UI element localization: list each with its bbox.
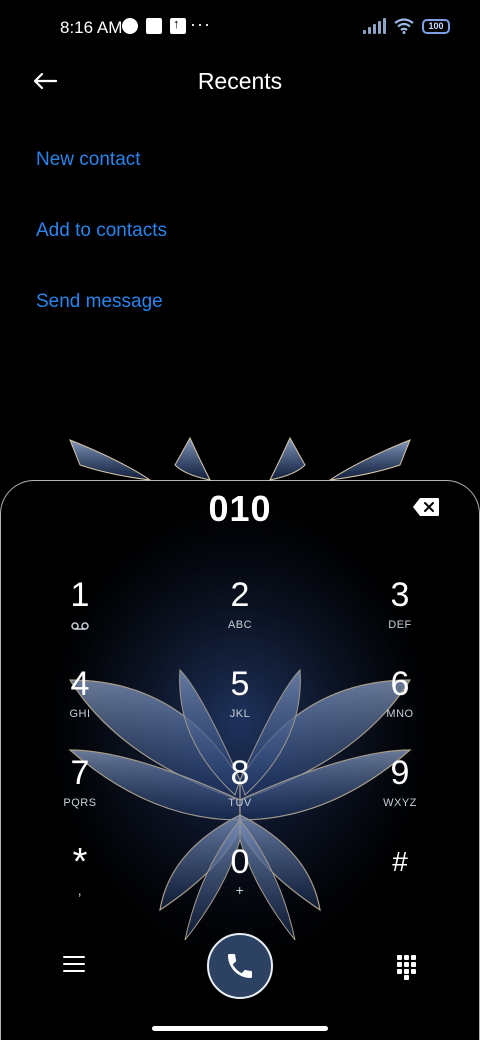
key-digit: 8 xyxy=(230,754,250,792)
key-5[interactable]: 5 JKL xyxy=(190,664,290,744)
dialpad-icon[interactable] xyxy=(397,955,417,980)
send-message-link[interactable]: Send message xyxy=(36,290,167,361)
key-star[interactable]: * , xyxy=(30,842,130,922)
key-3[interactable]: 3 DEF xyxy=(350,575,450,655)
square-icon xyxy=(146,18,162,34)
key-letters: GHI xyxy=(69,708,91,720)
notification-circle-icon xyxy=(122,18,138,34)
key-digit: 2 xyxy=(230,576,250,614)
key-2[interactable]: 2 ABC xyxy=(190,575,290,655)
key-digit: 6 xyxy=(390,665,410,703)
key-letters: TUV xyxy=(228,797,252,809)
key-digit: 1 xyxy=(70,576,90,614)
key-7[interactable]: 7 PQRS xyxy=(30,753,130,833)
key-6[interactable]: 6 MNO xyxy=(350,664,450,744)
action-list: New contact Add to contacts Send message xyxy=(36,148,167,361)
key-digit: 0 xyxy=(230,843,250,881)
add-to-contacts-link[interactable]: Add to contacts xyxy=(36,219,167,290)
hamburger-menu-icon[interactable] xyxy=(63,956,85,976)
key-4[interactable]: 4 GHI xyxy=(30,664,130,744)
key-9[interactable]: 9 WXYZ xyxy=(350,753,450,833)
key-digit: 5 xyxy=(230,665,250,703)
key-8[interactable]: 8 TUV xyxy=(190,753,290,833)
key-digit: * xyxy=(72,841,88,883)
call-button[interactable] xyxy=(207,933,273,999)
key-0[interactable]: 0 + xyxy=(190,842,290,922)
status-system-icons: 100 xyxy=(363,18,450,34)
header: Recents xyxy=(0,56,480,106)
home-indicator[interactable] xyxy=(152,1026,328,1031)
new-contact-link[interactable]: New contact xyxy=(36,148,167,219)
status-bar: 8:16 AM ··· 100 xyxy=(0,0,480,56)
key-hash[interactable]: # xyxy=(350,842,450,922)
key-digit: 4 xyxy=(70,665,90,703)
signal-icon xyxy=(363,18,386,34)
key-digit: 9 xyxy=(390,754,410,792)
key-letters: WXYZ xyxy=(383,797,417,809)
upload-arrow-icon xyxy=(170,16,186,34)
key-letters: , xyxy=(77,882,83,898)
status-time: 8:16 AM xyxy=(60,18,123,37)
voicemail-icon xyxy=(71,622,89,630)
phone-icon xyxy=(228,954,252,978)
key-digit: # xyxy=(392,846,408,877)
page-title: Recents xyxy=(197,68,283,94)
key-digit: 7 xyxy=(70,754,90,792)
dialed-number: 010 xyxy=(208,488,272,529)
status-more-icon: ··· xyxy=(190,14,211,34)
key-letters: DEF xyxy=(388,619,412,631)
key-1[interactable]: 1 xyxy=(30,575,130,655)
status-notification-icons xyxy=(122,16,186,34)
backspace-icon[interactable] xyxy=(412,497,440,517)
battery-icon: 100 xyxy=(422,18,450,34)
key-letters: JKL xyxy=(229,708,251,720)
key-letters: + xyxy=(235,882,245,898)
key-digit: 3 xyxy=(390,576,410,614)
wifi-icon xyxy=(394,18,414,34)
key-letters: MNO xyxy=(386,708,414,720)
key-letters: ABC xyxy=(227,619,253,631)
key-letters: PQRS xyxy=(63,797,97,809)
